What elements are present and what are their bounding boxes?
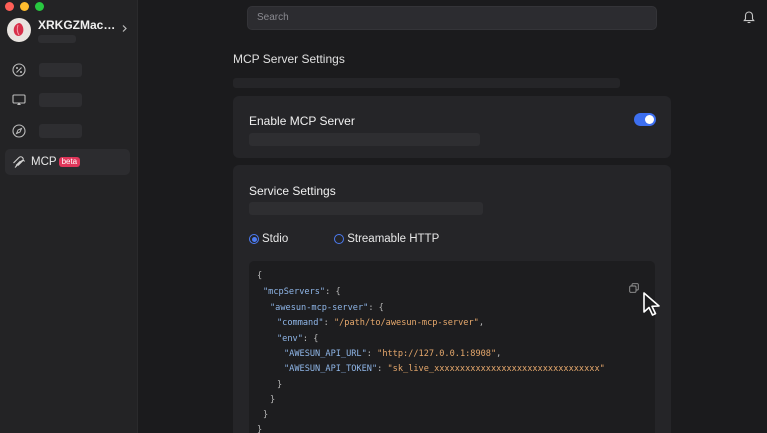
radio-stdio-label: Stdio: [262, 233, 289, 245]
code-line: }: [263, 410, 269, 420]
minimize-window-button[interactable]: [20, 2, 29, 11]
code-line: "command": "/path/to/awesun-mcp-server",: [277, 318, 484, 328]
page-description-placeholder: [233, 78, 620, 88]
radio-streamable-http-label: Streamable HTTP: [347, 233, 440, 245]
copy-icon[interactable]: [629, 283, 639, 293]
radio-indicator: [334, 234, 345, 244]
avatar: [7, 18, 31, 42]
page-title: MCP Server Settings: [233, 52, 345, 66]
code-line: "AWESUN_API_TOKEN": "sk_live_xxxxxxxxxxx…: [284, 364, 605, 374]
percent-circle-icon: [12, 63, 26, 77]
service-settings-title: Service Settings: [249, 184, 336, 198]
close-window-button[interactable]: [5, 2, 14, 11]
compass-icon: [12, 124, 26, 138]
sidebar-item-3[interactable]: [5, 118, 130, 144]
screen-cast-icon: [12, 93, 26, 107]
sidebar-item-2[interactable]: [5, 87, 130, 113]
transport-radio-group: Stdio Streamable HTTP: [249, 233, 439, 245]
code-line: "mcpServers": {: [263, 287, 341, 297]
toggle-knob: [645, 115, 654, 124]
service-settings-card: Service Settings Stdio Streamable HTTP {…: [233, 165, 671, 433]
code-line: "env": {: [277, 334, 319, 344]
code-line: }: [270, 395, 276, 405]
sidebar-item-mcp[interactable]: MCP beta: [5, 149, 130, 175]
code-line: }: [277, 380, 283, 390]
bell-icon[interactable]: [743, 11, 755, 24]
beta-badge: beta: [58, 157, 81, 167]
sidebar-label-placeholder: [39, 93, 82, 107]
window-controls: [5, 2, 44, 11]
profile-subtitle-placeholder: [38, 34, 76, 43]
sidebar: XRKGZMacb... MCP beta: [0, 0, 138, 433]
enable-mcp-description-placeholder: [249, 133, 480, 146]
search-input[interactable]: Search: [247, 6, 657, 30]
profile-name: XRKGZMacb...: [38, 17, 116, 32]
profile-switcher[interactable]: XRKGZMacb...: [7, 16, 131, 44]
maximize-window-button[interactable]: [35, 2, 44, 11]
mcp-icon: [12, 155, 26, 169]
code-line: }: [257, 425, 263, 433]
code-line: "AWESUN_API_URL": "http://127.0.0.1:8908…: [284, 349, 502, 359]
config-code-block[interactable]: { "mcpServers": { "awesun-mcp-server": {…: [249, 261, 655, 433]
mouse-cursor-icon: [643, 292, 660, 316]
sidebar-item-label: MCP: [31, 156, 57, 168]
code-line: {: [257, 271, 263, 281]
service-settings-description-placeholder: [249, 202, 483, 215]
enable-mcp-toggle[interactable]: [634, 113, 656, 126]
enable-mcp-title: Enable MCP Server: [249, 114, 355, 128]
radio-stdio[interactable]: Stdio: [249, 233, 288, 245]
sidebar-item-1[interactable]: [5, 57, 130, 83]
chevron-right-icon: [122, 25, 127, 32]
radio-streamable-http[interactable]: Streamable HTTP: [334, 233, 439, 245]
code-line: "awesun-mcp-server": {: [270, 303, 384, 313]
sidebar-label-placeholder: [39, 124, 82, 138]
enable-mcp-card: Enable MCP Server: [233, 96, 671, 158]
radio-indicator-selected: [249, 234, 259, 244]
sidebar-label-placeholder: [39, 63, 82, 77]
